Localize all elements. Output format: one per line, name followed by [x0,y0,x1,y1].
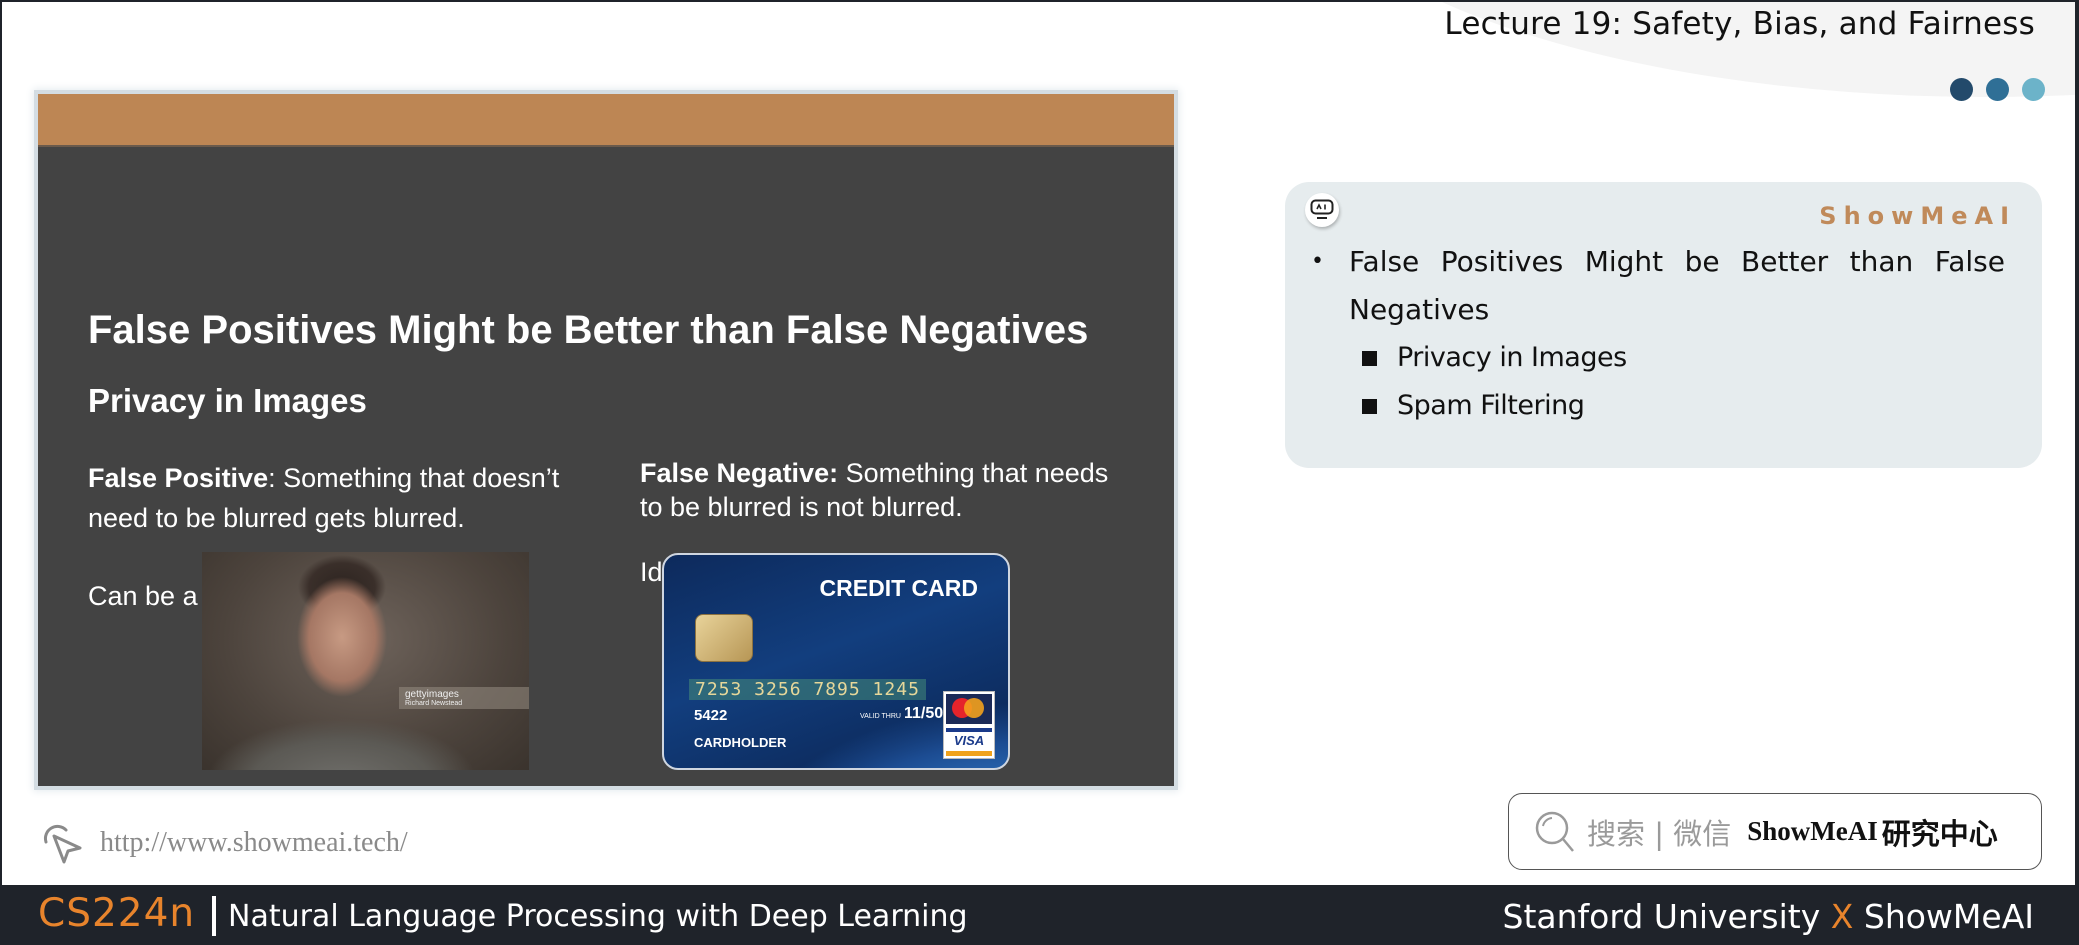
cursor-click-icon [43,824,82,864]
slide-canvas: Lecture 19: Safety, Bias, and Fairness F… [2,2,2075,885]
lecture-title: Lecture 19: Safety, Bias, and Fairness [1444,6,2035,42]
square-bullet-icon [1362,351,1377,366]
false-positive-term: False Positive [88,463,269,493]
sub-bullet-item: Privacy in Images [1305,334,2005,382]
website-url[interactable]: http://www.showmeai.tech/ [100,827,408,859]
wechat-search-box[interactable]: 搜索 | 微信 ShowMeAI 研究中心 [1508,793,2042,870]
course-code: CS224n [38,891,196,936]
false-negative-definition: False Negative: Something that needs to … [640,456,1120,524]
showmeai-brand: ShowMeAI [1819,202,2016,230]
card-brand-logos: VISA [943,691,995,759]
card-expiry: VALID THRU 11/50 [860,705,944,722]
card-title: CREDIT CARD [819,575,978,601]
dot-1 [1950,78,1973,101]
card-number: 7253 3256 7895 1245 [689,679,926,700]
partner-credit: Stanford University X ShowMeAI [1502,897,2034,936]
mastercard-logo-icon [946,694,992,724]
progress-dots [1950,78,2045,101]
ai-robot-icon [1305,193,1339,227]
dot-3 [2022,78,2045,101]
course-name: Natural Language Processing with Deep Le… [228,899,968,934]
website-link[interactable]: http://www.showmeai.tech/ [40,820,408,866]
slide-title: False Positives Might be Better than Fal… [88,308,1089,352]
blurred-face-photo: gettyimages Richard Newstead [202,552,529,770]
slide-subtitle: Privacy in Images [88,382,367,419]
false-positive-definition: False Positive: Something that doesn’t n… [88,463,560,533]
search-hint: 搜索 | 微信 [1587,816,1732,851]
square-bullet-icon [1362,399,1377,414]
bullet-dot-icon: • [1311,249,1324,274]
sub-bullet-item: Spam Filtering [1305,382,2005,430]
getty-watermark: gettyimages Richard Newstead [399,687,529,709]
bullet-item: • False Positives Might be Better than F… [1305,238,2005,334]
slide-header-band [38,94,1174,147]
footer-divider [212,896,216,936]
search-brand-cn: 研究中心 [1881,816,1998,851]
credit-card-image: CREDIT CARD 7253 3256 7895 1245 5422 VAL… [662,553,1010,770]
card-short-number: 5422 [694,707,728,724]
false-negative-term: False Negative: [640,458,839,488]
card-holder: CARDHOLDER [694,735,787,750]
footer-bar: CS224n Natural Language Processing with … [0,885,2079,945]
embedded-slide: False Positives Might be Better than Fal… [38,94,1174,786]
bullet-list: • False Positives Might be Better than F… [1305,238,2005,430]
search-brand: ShowMeAI [1747,816,1878,846]
notes-panel: ShowMeAI • False Positives Might be Bett… [1285,182,2042,468]
dot-2 [1986,78,2009,101]
visa-logo: VISA [946,728,992,756]
card-chip-icon [695,614,753,662]
search-icon [1535,811,1574,852]
